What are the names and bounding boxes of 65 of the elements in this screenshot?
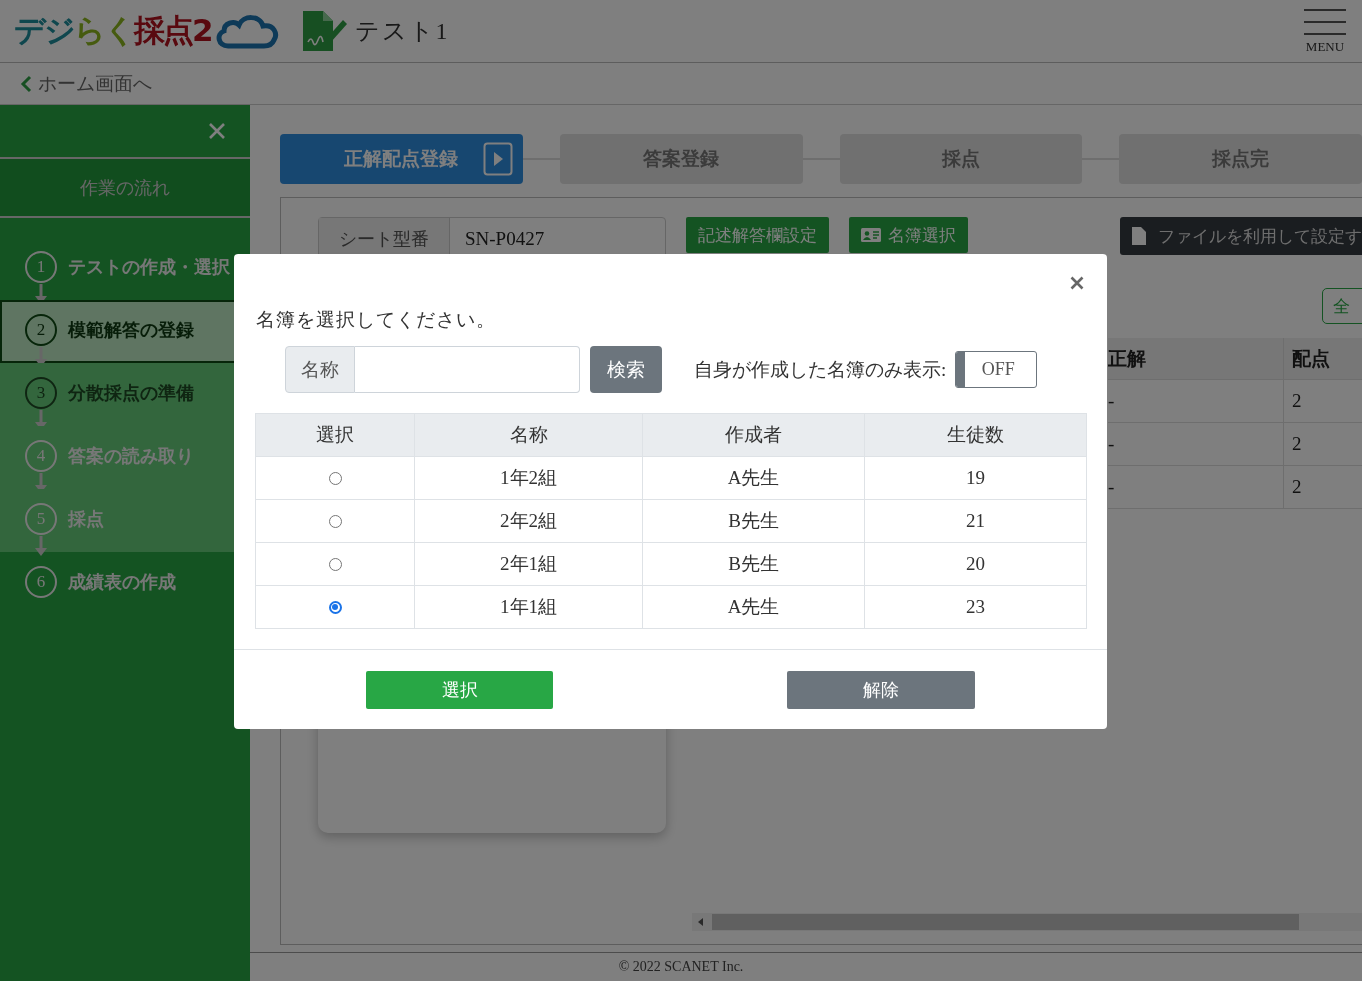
column-header: 配点 [1291, 346, 1330, 371]
step-label: 答案の読み取り [68, 445, 194, 468]
chevron-left-icon [20, 74, 32, 93]
radio-button[interactable] [328, 600, 342, 614]
table-cell-text: 20 [965, 552, 986, 576]
step-label: テストの作成・選択 [68, 256, 230, 279]
table-cell-text: 19 [965, 466, 986, 490]
field-label: 名称 [285, 346, 355, 393]
table-cell: - [1108, 380, 1284, 422]
id-card-icon [861, 228, 881, 242]
filter-label: 自身が作成した名簿のみ表示: [694, 357, 947, 382]
toolbar-button[interactable]: 名簿選択 [849, 217, 968, 253]
toolbar-button[interactable]: 記述解答欄設定 [686, 217, 829, 253]
step-number: 2 [25, 314, 57, 346]
table-cell-text: 23 [965, 595, 986, 619]
step-label: 分散採点の準備 [68, 382, 194, 405]
workflow-step[interactable]: 6 成績表の作成 [0, 552, 250, 615]
name-search-field[interactable] [355, 346, 580, 393]
table-cell: B先生 [643, 500, 865, 542]
table-cell: 1年1組 [415, 586, 643, 628]
column-header: 選択 [256, 414, 415, 456]
table-cell: 2年1組 [415, 543, 643, 585]
table-cell: - [1108, 423, 1284, 465]
column-header: 生徒数 [946, 423, 1005, 447]
table-cell: A先生 [643, 586, 865, 628]
step-number: 5 [25, 503, 57, 535]
app-logo: デジらく 採点2 [14, 11, 212, 50]
step-number: 3 [25, 377, 57, 409]
table-cell-text: 2 [1291, 389, 1302, 413]
column-header: 名称 [415, 414, 643, 456]
all-button[interactable]: 全 [1322, 288, 1362, 324]
down-arrow-icon [35, 536, 47, 556]
select-button[interactable]: 選択 [366, 671, 553, 709]
step-tab[interactable]: 正解配点登録 [280, 134, 523, 184]
column-header: 正解 [1108, 338, 1284, 379]
step-label: 成績表の作成 [68, 571, 176, 594]
file-settings-button[interactable]: ファイルを利用して設定す [1120, 217, 1362, 255]
table-cell: B先生 [643, 543, 865, 585]
filter-toggle[interactable]: OFF [955, 351, 1038, 388]
search-button[interactable]: 検索 [590, 346, 662, 393]
copyright-text: © 2022 SCANET Inc. [250, 952, 1362, 981]
table-cell: 1年2組 [415, 457, 643, 499]
step-label: 採点 [68, 508, 104, 531]
table-cell-text: 2 [1291, 475, 1302, 499]
table-cell-text: 2 [1291, 432, 1302, 456]
test-title: テスト1 [354, 17, 450, 46]
step-label: 模範解答の登録 [68, 319, 194, 342]
step-number: 4 [25, 440, 57, 472]
close-icon[interactable] [1070, 276, 1084, 290]
table-cell: - [1108, 466, 1284, 508]
play-icon [482, 142, 513, 176]
horizontal-scrollbar[interactable] [692, 913, 1362, 931]
column-header: 作成者 [643, 414, 865, 456]
step-number: 6 [25, 566, 57, 598]
table-cell: A先生 [643, 457, 865, 499]
dialog-prompt: 名簿を選択してください。 [256, 308, 497, 332]
step-number: 1 [25, 251, 57, 283]
table-cell-text: 21 [965, 509, 986, 533]
menu-button[interactable]: MENU [1304, 7, 1346, 55]
sidebar-heading: 作業の流れ [0, 159, 250, 218]
clear-button[interactable]: 解除 [787, 671, 975, 709]
table-cell: 2年2組 [415, 500, 643, 542]
back-link[interactable]: ホーム画面へ [20, 70, 152, 97]
file-icon [1132, 227, 1146, 245]
document-pen-icon [300, 10, 347, 52]
